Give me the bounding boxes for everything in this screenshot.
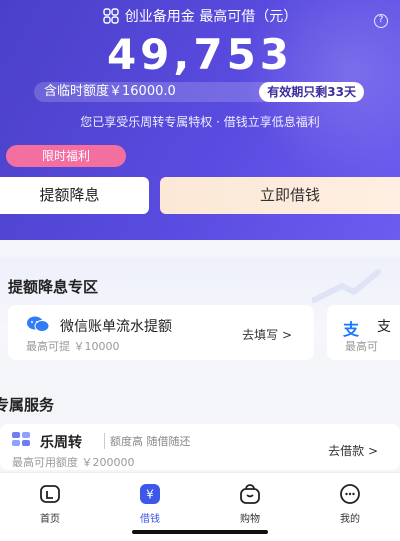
services-title: 专属服务 [0, 396, 55, 414]
wechat-card-sub: 最高可提 ￥10000 [26, 340, 120, 353]
tab-label-shopping: 购物 [240, 514, 260, 525]
alipay-card-title: 支 [377, 319, 391, 335]
hero-title-text: 创业备用金 最高可借（元） [124, 9, 298, 25]
promo-tag: 限时福利 [6, 145, 126, 167]
max-borrow-amount: 49,753 [106, 30, 294, 79]
profile-icon [339, 483, 361, 505]
yen-icon: ¥ [139, 483, 161, 505]
tab-label-profile: 我的 [340, 514, 360, 525]
service-name: 乐周转 [40, 435, 82, 451]
zone-title: 提额降息专区 [8, 278, 99, 296]
tab-label-borrow: 借钱 [140, 514, 160, 525]
wechat-card-title: 微信账单流水提额 [60, 319, 172, 335]
tab-profile[interactable]: 我的 [300, 473, 400, 541]
service-sub: 最高可用额度 ￥200000 [12, 456, 135, 469]
brand-icon [103, 8, 119, 24]
hero-banner: 创业备用金 最高可借（元） ? 49,753 含临时额度￥16000.0 有效期… [0, 0, 400, 240]
alipay-icon: 支 [343, 320, 360, 339]
shopping-bag-icon [239, 483, 261, 505]
hero-title: 创业备用金 最高可借（元） [0, 6, 400, 26]
alipay-card-sub: 最高可 [345, 340, 378, 353]
borrow-link[interactable]: 去借款 > [328, 442, 378, 459]
home-indicator [132, 530, 268, 534]
wechat-icon [27, 316, 50, 332]
service-tag: 额度高 随借随还 [104, 433, 191, 449]
arrow-decoration-icon [312, 269, 381, 303]
brand-icon [12, 432, 30, 446]
home-icon [39, 483, 61, 505]
fill-in-link[interactable]: 去填写 > [242, 326, 292, 343]
service-card[interactable]: 乐周转 额度高 随借随还 最高可用额度 ￥200000 去借款 > [0, 424, 400, 470]
borrow-now-button[interactable]: 立即借钱 [160, 177, 400, 214]
svg-text:¥: ¥ [146, 488, 154, 502]
tab-home[interactable]: 首页 [0, 473, 100, 541]
temp-limit-text: 含临时额度￥16000.0 [34, 82, 270, 102]
alipay-card[interactable]: 支 支 最高可 [327, 305, 400, 360]
help-icon[interactable]: ? [374, 14, 388, 28]
validity-badge: 有效期只剩33天 [259, 82, 364, 102]
tab-label-home: 首页 [40, 514, 60, 525]
wechat-bill-card[interactable]: 微信账单流水提额 最高可提 ￥10000 去填写 > [8, 305, 314, 360]
temp-limit-row: 含临时额度￥16000.0 有效期只剩33天 [34, 82, 364, 102]
privilege-text: 您已享受乐周转专属特权 · 借钱立享低息福利 [80, 115, 320, 129]
raise-limit-button[interactable]: 提额降息 [0, 177, 149, 214]
